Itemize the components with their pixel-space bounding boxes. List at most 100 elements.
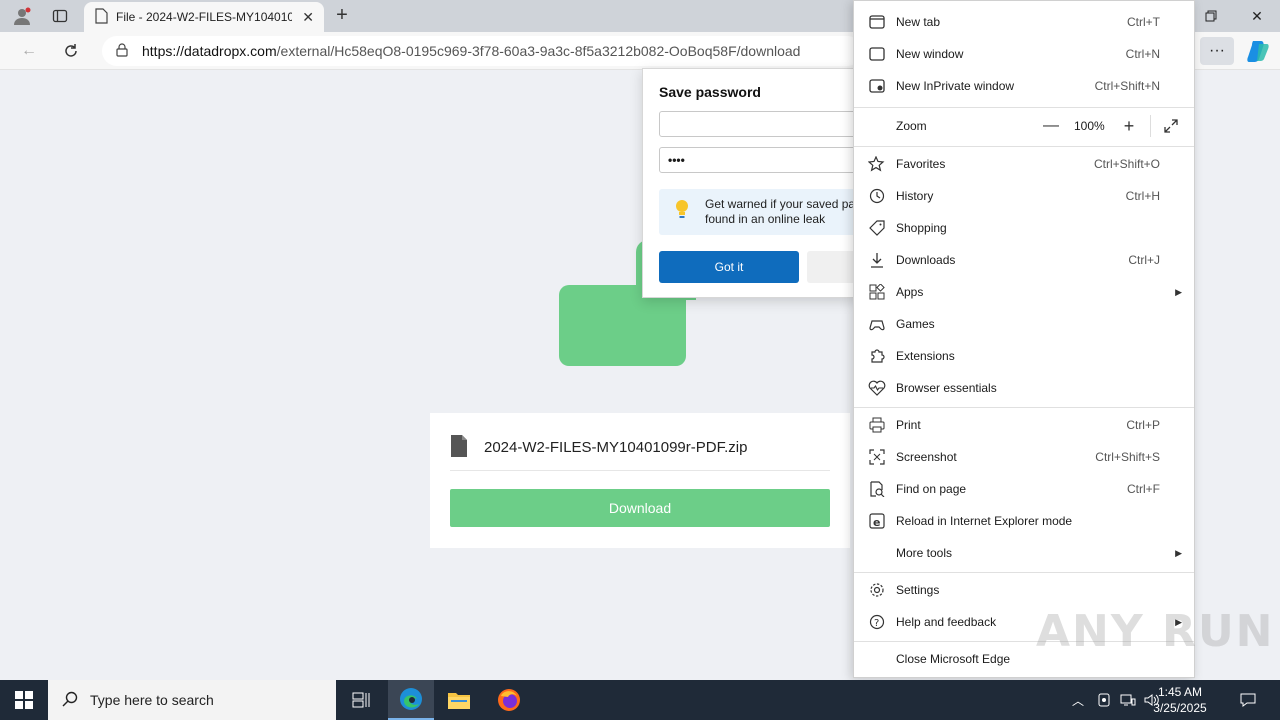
menu-item-shortcut: Ctrl+Shift+N bbox=[1094, 79, 1160, 93]
secondary-button[interactable] bbox=[807, 251, 857, 283]
back-button[interactable]: ← bbox=[14, 37, 44, 65]
menu-separator bbox=[854, 146, 1194, 147]
menu-item-label: Browser essentials bbox=[896, 381, 997, 395]
new-tab-button[interactable]: + bbox=[330, 4, 354, 28]
username-field[interactable] bbox=[659, 111, 857, 137]
menu-item-print[interactable]: Print Ctrl+P bbox=[854, 409, 1194, 441]
taskbar-firefox[interactable] bbox=[486, 680, 532, 720]
menu-item-label: Reload in Internet Explorer mode bbox=[896, 514, 1073, 528]
tray-device-icon[interactable] bbox=[1094, 680, 1114, 720]
password-field[interactable]: •••• bbox=[659, 147, 857, 173]
taskbar-edge[interactable] bbox=[388, 680, 434, 720]
find-on-page-icon bbox=[866, 478, 888, 500]
fullscreen-icon[interactable] bbox=[1160, 115, 1182, 137]
menu-item-more-tools[interactable]: More tools ▶ bbox=[854, 537, 1194, 569]
menu-separator bbox=[854, 107, 1194, 108]
menu-item-find-on-page[interactable]: Find on page Ctrl+F bbox=[854, 473, 1194, 505]
task-view-button[interactable] bbox=[338, 680, 384, 720]
edge-icon bbox=[400, 688, 422, 710]
menu-item-new-inprivate-window[interactable]: New InPrivate window Ctrl+Shift+N bbox=[854, 70, 1194, 102]
menu-item-label: Downloads bbox=[896, 253, 956, 267]
menu-item-label: Find on page bbox=[896, 482, 967, 496]
menu-item-favorites[interactable]: Favorites Ctrl+Shift+O bbox=[854, 148, 1194, 180]
url-path: /external/Hc58eqO8-0195c969-3f78-60a3-9a… bbox=[276, 43, 801, 59]
gear-icon bbox=[866, 579, 888, 601]
menu-item-label: Games bbox=[896, 317, 935, 331]
tip-line-1: Get warned if your saved pas bbox=[705, 197, 858, 211]
document-icon bbox=[94, 7, 108, 27]
menu-item-extensions[interactable]: Extensions bbox=[854, 340, 1194, 372]
menu-item-games[interactable]: Games bbox=[854, 308, 1194, 340]
watermark-logo: ANY RUN bbox=[1036, 606, 1275, 657]
file-card: 2024-W2-FILES-MY10401099r-PDF.zip Downlo… bbox=[430, 413, 850, 548]
menu-item-label: Help and feedback bbox=[896, 615, 997, 629]
refresh-button[interactable] bbox=[56, 37, 86, 65]
tray-chevron-icon[interactable]: ︿ bbox=[1068, 680, 1088, 720]
menu-item-shortcut: Ctrl+N bbox=[1125, 47, 1160, 61]
download-button[interactable]: Download bbox=[450, 489, 830, 527]
menu-item-shopping[interactable]: Shopping bbox=[854, 212, 1194, 244]
notification-icon[interactable] bbox=[1236, 680, 1260, 720]
file-row: 2024-W2-FILES-MY10401099r-PDF.zip bbox=[450, 431, 830, 471]
lock-icon[interactable] bbox=[116, 42, 128, 60]
menu-item-shortcut: Ctrl+H bbox=[1125, 189, 1160, 203]
menu-separator bbox=[854, 572, 1194, 573]
network-icon[interactable] bbox=[1118, 680, 1138, 720]
favorites-icon bbox=[866, 153, 888, 175]
tab-active[interactable]: File - 2024-W2-FILES-MY1040109 ✕ bbox=[84, 2, 324, 32]
firefox-icon bbox=[498, 689, 520, 711]
printer-icon bbox=[866, 414, 888, 436]
zoom-out-button[interactable]: — bbox=[1040, 115, 1062, 137]
file-name: 2024-W2-FILES-MY10401099r-PDF.zip bbox=[484, 439, 748, 456]
menu-item-history[interactable]: History Ctrl+H bbox=[854, 180, 1194, 212]
address-bar[interactable]: https://datadropx.com/external/Hc58eqO8-… bbox=[102, 36, 862, 66]
menu-item-label: Favorites bbox=[896, 157, 946, 171]
apps-icon bbox=[866, 281, 888, 303]
got-it-button[interactable]: Got it bbox=[659, 251, 799, 283]
menu-item-label: Close Microsoft Edge bbox=[896, 652, 1011, 666]
settings-and-more-button[interactable]: ··· bbox=[1200, 37, 1234, 65]
taskbar-file-explorer[interactable] bbox=[436, 680, 482, 720]
shopping-tag-icon bbox=[866, 217, 888, 239]
windows-logo-icon bbox=[15, 691, 33, 709]
menu-item-label: History bbox=[896, 189, 934, 203]
profile-icon[interactable] bbox=[8, 4, 36, 28]
menu-item-new-tab[interactable]: New tab Ctrl+T bbox=[854, 6, 1194, 38]
zoom-row: Zoom — 100% + bbox=[854, 109, 1194, 143]
menu-item-label: New tab bbox=[896, 15, 941, 29]
menu-item-label: New window bbox=[896, 47, 964, 61]
internet-explorer-icon: e bbox=[866, 510, 888, 532]
tip-line-2: found in an online leak bbox=[705, 212, 826, 226]
menu-item-screenshot[interactable]: Screenshot Ctrl+Shift+S bbox=[854, 441, 1194, 473]
clock-date: 3/25/2025 bbox=[1153, 701, 1207, 715]
menu-item-label: New InPrivate window bbox=[896, 79, 1015, 93]
menu-item-downloads[interactable]: Downloads Ctrl+J bbox=[854, 244, 1194, 276]
extensions-puzzle-icon bbox=[866, 345, 888, 367]
menu-item-label: More tools bbox=[896, 546, 953, 560]
taskbar-search[interactable]: Type here to search bbox=[48, 680, 336, 720]
download-icon bbox=[866, 249, 888, 271]
menu-item-shortcut: Ctrl+J bbox=[1128, 253, 1160, 267]
menu-item-label: Screenshot bbox=[896, 450, 957, 464]
menu-item-new-window[interactable]: New window Ctrl+N bbox=[854, 38, 1194, 70]
system-clock[interactable]: 1:45 AM 3/25/2025 bbox=[1138, 684, 1222, 716]
zoom-value: 100% bbox=[1074, 119, 1105, 133]
save-password-dialog: Save password •••• Get warned if your sa… bbox=[642, 68, 858, 298]
menu-item-ie-mode[interactable]: e Reload in Internet Explorer mode bbox=[854, 505, 1194, 537]
start-button[interactable] bbox=[0, 680, 48, 720]
menu-item-settings[interactable]: Settings bbox=[854, 574, 1194, 606]
settings-menu: New tab Ctrl+T New window Ctrl+N New InP… bbox=[853, 0, 1195, 678]
menu-item-shortcut: Ctrl+Shift+S bbox=[1095, 450, 1160, 464]
menu-item-apps[interactable]: Apps ▶ bbox=[854, 276, 1194, 308]
close-window-button[interactable]: ✕ bbox=[1234, 0, 1280, 32]
copilot-icon[interactable] bbox=[1245, 38, 1271, 64]
menu-item-browser-essentials[interactable]: Browser essentials bbox=[854, 372, 1194, 404]
inprivate-icon bbox=[866, 75, 888, 97]
help-icon: ? bbox=[866, 611, 888, 633]
new-window-icon bbox=[866, 43, 888, 65]
tab-actions-icon[interactable] bbox=[46, 4, 74, 28]
url-domain: https://datadropx.com bbox=[142, 43, 277, 59]
svg-text:e: e bbox=[873, 516, 880, 529]
close-tab-icon[interactable]: ✕ bbox=[302, 9, 314, 26]
zoom-in-button[interactable]: + bbox=[1118, 115, 1140, 137]
